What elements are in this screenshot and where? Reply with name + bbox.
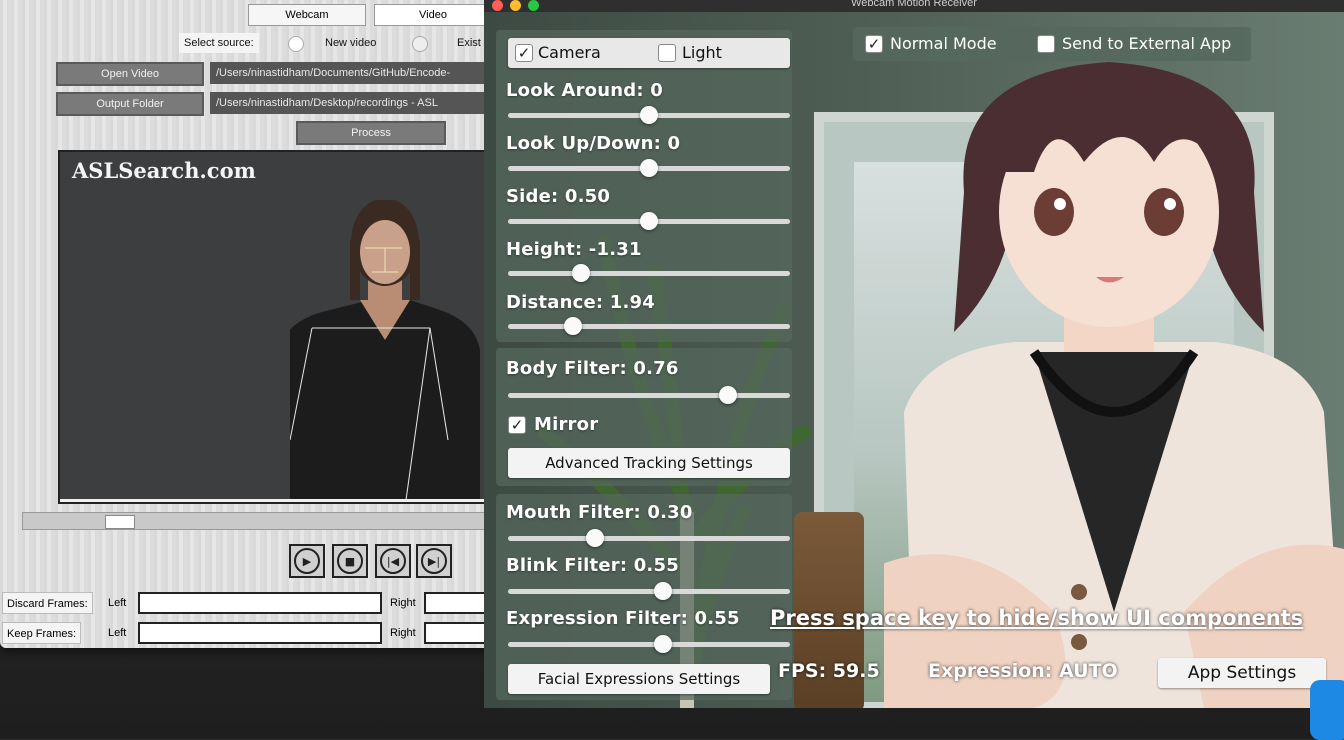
body-filter-slider[interactable] xyxy=(508,386,790,404)
new-video-radio[interactable] xyxy=(288,36,304,52)
light-checkbox[interactable] xyxy=(658,44,676,62)
look-around-slider[interactable] xyxy=(508,106,790,124)
skip-forward-button[interactable]: ▶| xyxy=(416,544,452,578)
mouth-filter-knob[interactable] xyxy=(586,529,605,547)
distance-slider[interactable] xyxy=(508,317,790,335)
keep-frames-label: Keep Frames: xyxy=(2,622,82,644)
blink-filter-knob[interactable] xyxy=(654,582,673,600)
open-video-path: /Users/ninastidham/Documents/GitHub/Enco… xyxy=(210,62,500,84)
body-filter-label: Body Filter: 0.76 xyxy=(506,358,679,379)
light-label: Light xyxy=(682,43,722,62)
output-folder-button[interactable]: Output Folder xyxy=(56,92,204,116)
video-watermark: ASLSearch.com xyxy=(72,158,256,183)
stop-icon: ■ xyxy=(337,548,363,574)
expression-filter-slider[interactable] xyxy=(508,635,790,653)
title-bar: Webcam Motion Receiver xyxy=(484,0,1344,12)
distance-label: Distance: 1.94 xyxy=(506,292,655,313)
existing-video-radio[interactable] xyxy=(412,36,428,52)
discard-left-label: Left xyxy=(108,597,127,609)
tab-webcam[interactable]: Webcam xyxy=(248,4,366,26)
open-video-button[interactable]: Open Video xyxy=(56,62,204,86)
side-label: Side: 0.50 xyxy=(506,186,611,207)
output-folder-path: /Users/ninastidham/Desktop/recordings - … xyxy=(210,92,500,114)
normal-mode-checkbox[interactable]: ✓ xyxy=(865,35,883,53)
fps-readout: FPS: 59.5 xyxy=(778,660,880,682)
webcam-motion-receiver-window: Webcam Motion Receiver ✓ Camera Light Lo… xyxy=(484,0,1344,708)
face-panel: Mouth Filter: 0.30 Blink Filter: 0.55 Ex… xyxy=(496,494,792,700)
body-panel: Body Filter: 0.76 ✓ Mirror Advanced Trac… xyxy=(496,348,792,486)
process-button[interactable]: Process xyxy=(296,121,446,145)
mouth-filter-slider[interactable] xyxy=(508,529,790,547)
expression-readout: Expression: AUTO xyxy=(928,660,1118,682)
camera-checkbox[interactable]: ✓ xyxy=(515,44,533,62)
camera-panel: ✓ Camera Light Look Around: 0 Look Up/Do… xyxy=(496,30,792,342)
mouth-filter-label: Mouth Filter: 0.30 xyxy=(506,502,693,523)
discard-left-input[interactable] xyxy=(138,592,382,614)
height-slider[interactable] xyxy=(508,264,790,282)
look-around-label: Look Around: 0 xyxy=(506,80,663,101)
skip-forward-icon: ▶| xyxy=(421,548,447,574)
play-button[interactable]: ▶ xyxy=(289,544,325,578)
height-label: Height: -1.31 xyxy=(506,239,642,260)
skip-back-icon: |◀ xyxy=(380,548,406,574)
side-slider[interactable] xyxy=(508,212,790,230)
look-up-down-knob[interactable] xyxy=(640,159,658,177)
distance-knob[interactable] xyxy=(563,317,582,335)
mirror-checkbox[interactable]: ✓ xyxy=(508,416,526,434)
height-knob[interactable] xyxy=(572,264,591,282)
scrubber-thumb[interactable] xyxy=(105,515,135,529)
play-icon: ▶ xyxy=(294,548,320,574)
send-external-checkbox[interactable] xyxy=(1037,35,1055,53)
skip-back-button[interactable]: |◀ xyxy=(375,544,411,578)
mirror-label: Mirror xyxy=(534,414,599,435)
existing-video-label: Exist xyxy=(457,37,481,49)
keep-left-input[interactable] xyxy=(138,622,382,644)
side-knob[interactable] xyxy=(640,212,658,230)
discard-frames-label: Discard Frames: xyxy=(2,592,93,614)
blink-filter-label: Blink Filter: 0.55 xyxy=(506,555,679,576)
mode-bar: ✓ Normal Mode Send to External App xyxy=(853,27,1251,61)
video-preview: ASLSearch.com xyxy=(58,150,488,504)
expression-filter-label: Expression Filter: 0.55 xyxy=(506,608,740,629)
look-up-down-slider[interactable] xyxy=(508,159,790,177)
ui-toggle-hint: Press space key to hide/show UI componen… xyxy=(770,606,1304,630)
dock-app-icon[interactable] xyxy=(1310,680,1344,740)
new-video-label: New video xyxy=(325,37,377,49)
select-source-label: Select source: xyxy=(179,33,259,53)
look-up-down-label: Look Up/Down: 0 xyxy=(506,133,681,154)
blink-filter-slider[interactable] xyxy=(508,582,790,600)
video-progress-line xyxy=(60,499,486,502)
app-settings-button[interactable]: App Settings xyxy=(1158,658,1326,688)
stop-button[interactable]: ■ xyxy=(332,544,368,578)
signer-figure xyxy=(290,200,480,501)
expression-filter-knob[interactable] xyxy=(654,635,673,653)
normal-mode-label: Normal Mode xyxy=(890,34,997,53)
body-filter-knob[interactable] xyxy=(718,386,737,404)
keep-right-label: Right xyxy=(390,627,416,639)
asl-encoder-window: Webcam Video Select source: New video Ex… xyxy=(0,0,500,648)
facial-expressions-settings-button[interactable]: Facial Expressions Settings xyxy=(508,664,770,694)
tab-video[interactable]: Video xyxy=(374,4,492,26)
discard-right-label: Right xyxy=(390,597,416,609)
video-scrubber[interactable] xyxy=(22,512,500,530)
camera-label: Camera xyxy=(538,43,601,62)
look-around-knob[interactable] xyxy=(640,106,658,124)
advanced-tracking-settings-button[interactable]: Advanced Tracking Settings xyxy=(508,448,790,478)
send-external-label: Send to External App xyxy=(1062,34,1232,53)
window-title: Webcam Motion Receiver xyxy=(851,0,977,9)
keep-left-label: Left xyxy=(108,627,127,639)
